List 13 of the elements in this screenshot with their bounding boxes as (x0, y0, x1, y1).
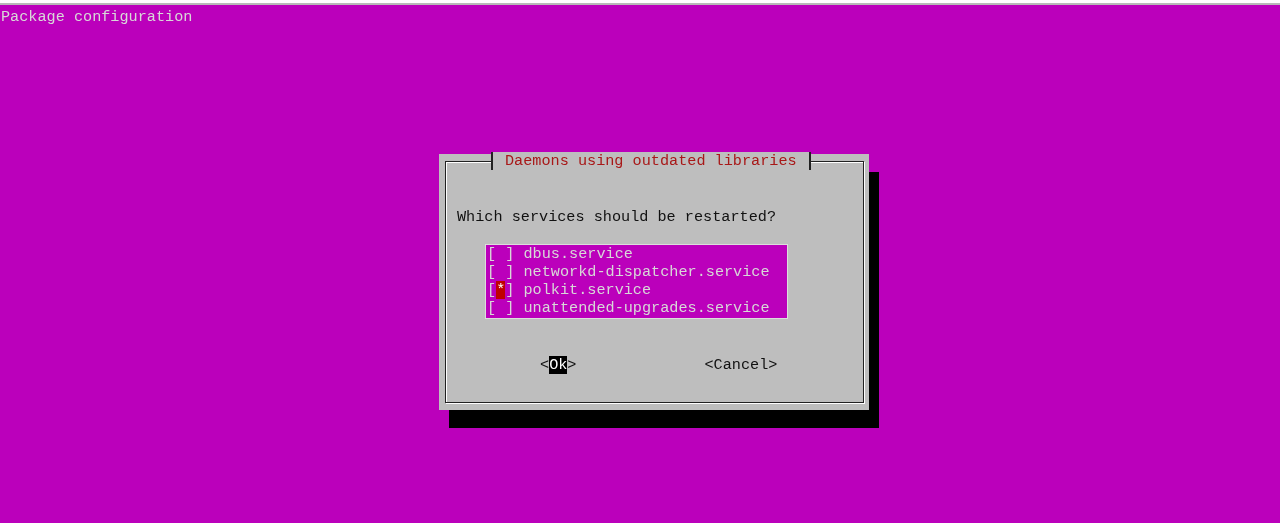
checkbox[interactable]: [ ] (487, 299, 515, 318)
checkbox[interactable]: [ ] (487, 244, 515, 263)
checkbox[interactable]: [*] (487, 281, 515, 300)
service-label: networkd-dispatcher.service (523, 262, 770, 282)
service-label: polkit.service (523, 281, 652, 300)
dialog-title: Daemons using outdated libraries (491, 152, 811, 171)
cancel-button[interactable]: <Cancel> (704, 355, 778, 375)
prompt-text: Which services should be restarted? (456, 207, 777, 227)
service-label: unattended-upgrades.service (523, 299, 770, 318)
checkbox[interactable]: [ ] (487, 262, 515, 282)
service-label: dbus.service (523, 244, 633, 263)
ok-button[interactable]: <Ok> (540, 355, 577, 375)
screen-title: Package configuration (1, 8, 193, 26)
